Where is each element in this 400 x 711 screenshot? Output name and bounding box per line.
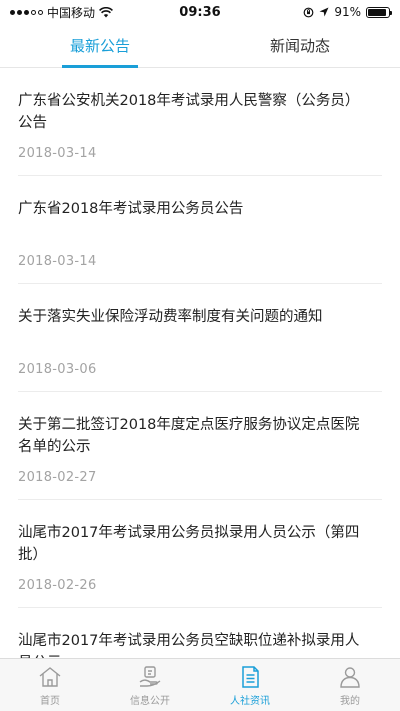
list-item[interactable]: 关于落实失业保险浮动费率制度有关问题的通知 2018-03-06 — [18, 284, 382, 392]
home-icon — [39, 666, 61, 687]
article-title: 广东省2018年考试录用公务员公告 — [18, 201, 244, 217]
info-hand-icon — [139, 665, 161, 687]
tab-bar: 最新公告 新闻动态 — [0, 24, 400, 68]
article-title: 关于第二批签订2018年度定点医疗服务协议定点医院名单的公示 — [18, 417, 360, 455]
article-date: 2018-02-26 — [18, 578, 97, 593]
article-title: 广东省公安机关2018年考试录用人民警察（公务员）公告 — [18, 93, 360, 131]
article-date: 2018-03-06 — [18, 362, 97, 377]
app-screen: 中国移动 09:36 91% 最新公告 新闻动态 广东省公安机关2018年考试录… — [0, 0, 400, 711]
tab-label: 新闻动态 — [269, 37, 330, 55]
list-item[interactable]: 关于第二批签订2018年度定点医疗服务协议定点医院名单的公示 2018-02-2… — [18, 392, 382, 500]
orientation-lock-icon — [303, 7, 314, 17]
article-date: 2018-03-14 — [18, 146, 97, 161]
bottom-nav: 首页 信息公开 人社资讯 我的 — [0, 658, 400, 711]
status-right: 91% — [303, 5, 392, 19]
nav-label: 人社资讯 — [230, 695, 270, 707]
article-date: 2018-02-27 — [18, 470, 97, 485]
status-left: 中国移动 — [10, 4, 113, 21]
nav-info-disclosure[interactable]: 信息公开 — [100, 659, 200, 711]
signal-strength-icon — [10, 9, 43, 15]
wifi-icon — [99, 6, 113, 17]
article-list[interactable]: 广东省公安机关2018年考试录用人民警察（公务员）公告 2018-03-14 广… — [0, 68, 400, 658]
tab-news[interactable]: 新闻动态 — [200, 24, 400, 67]
list-item[interactable]: 广东省2018年考试录用公务员公告 2018-03-14 — [18, 176, 382, 284]
list-item[interactable]: 汕尾市2017年考试录用公务员空缺职位递补拟录用人员公示 — [18, 608, 382, 658]
battery-icon — [366, 6, 392, 18]
nav-mine[interactable]: 我的 — [300, 659, 400, 711]
list-item[interactable]: 广东省公安机关2018年考试录用人民警察（公务员）公告 2018-03-14 — [18, 68, 382, 176]
article-title: 关于落实失业保险浮动费率制度有关问题的通知 — [18, 309, 323, 325]
tab-latest-announcements[interactable]: 最新公告 — [0, 24, 200, 68]
article-title: 汕尾市2017年考试录用公务员拟录用人员公示（第四批） — [18, 525, 360, 563]
carrier-name: 中国移动 — [47, 5, 96, 20]
article-title: 汕尾市2017年考试录用公务员空缺职位递补拟录用人员公示 — [18, 633, 360, 658]
nav-label: 信息公开 — [130, 695, 170, 707]
tab-label: 最新公告 — [69, 37, 130, 55]
nav-hr-news[interactable]: 人社资讯 — [200, 659, 300, 711]
person-icon — [340, 666, 360, 688]
nav-home[interactable]: 首页 — [0, 659, 100, 711]
nav-label: 首页 — [40, 695, 60, 707]
list-item[interactable]: 汕尾市2017年考试录用公务员拟录用人员公示（第四批） 2018-02-26 — [18, 500, 382, 608]
document-icon — [242, 665, 259, 688]
battery-percent: 91% — [334, 5, 361, 19]
status-bar: 中国移动 09:36 91% — [0, 0, 400, 24]
location-arrow-icon — [319, 7, 329, 17]
article-date: 2018-03-14 — [18, 254, 97, 269]
nav-label: 我的 — [340, 695, 360, 707]
